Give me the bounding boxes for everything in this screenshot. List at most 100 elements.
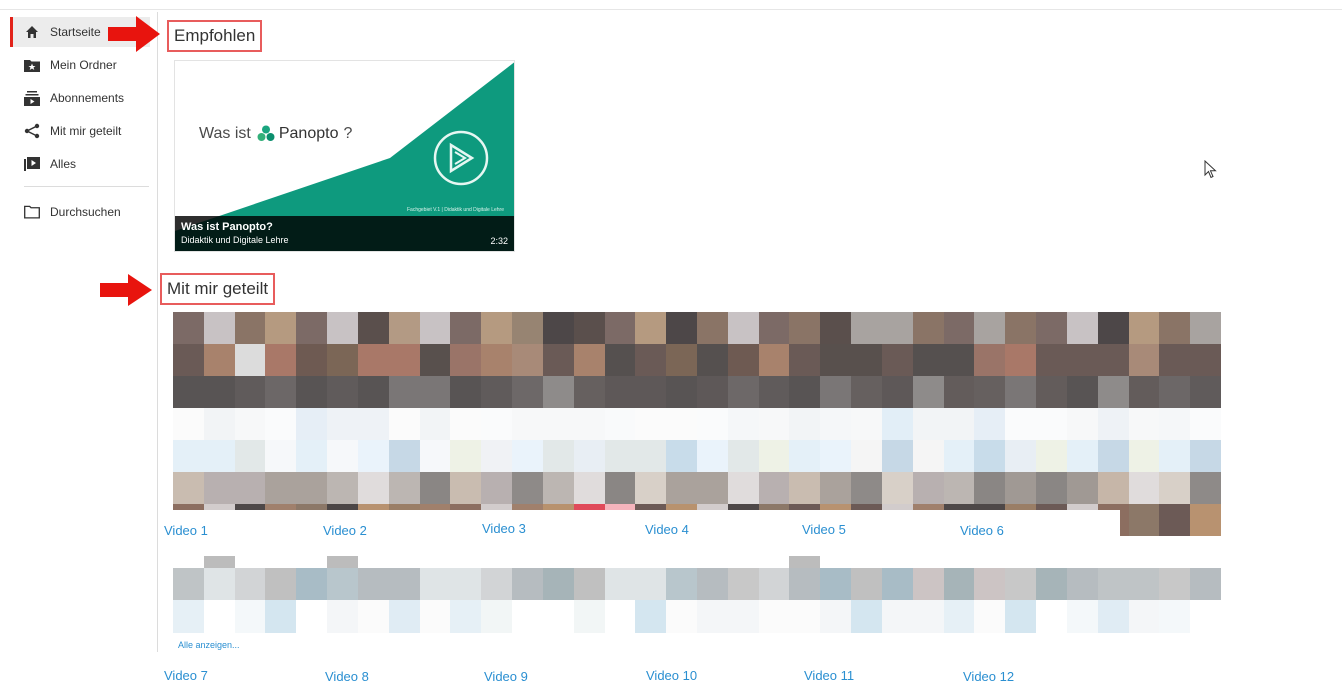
- pixelated-tile: [1066, 600, 1099, 633]
- pixelated-tile: [604, 568, 636, 601]
- video-link-12[interactable]: Video 12: [963, 669, 1014, 684]
- pixelated-tile: [758, 440, 790, 473]
- pixelated-tile: [1097, 440, 1130, 473]
- pixelated-tile: [1036, 312, 1068, 345]
- play-list-icon: [24, 156, 40, 172]
- pixelated-tile: [173, 408, 205, 441]
- pixelated-tile: [697, 440, 729, 473]
- show-all-link[interactable]: Alle anzeigen...: [178, 640, 240, 650]
- pixelated-tile: [851, 408, 883, 441]
- pixelated-tile: [943, 312, 975, 345]
- pixelated-tile: [388, 472, 421, 505]
- pixelated-tile: [265, 408, 297, 441]
- sidebar-item-alles[interactable]: Alles: [10, 149, 150, 179]
- pixelated-tile: [1159, 312, 1191, 345]
- pixelated-tile: [512, 312, 544, 345]
- pixelated-tile: [851, 472, 883, 505]
- pixelated-tile: [388, 344, 421, 377]
- video-link-8[interactable]: Video 8: [325, 669, 369, 684]
- pixelated-tile: [820, 376, 852, 409]
- video-link-5[interactable]: Video 5: [802, 522, 846, 537]
- pixelated-tile: [604, 408, 636, 441]
- pixelated-tile: [1005, 344, 1037, 377]
- pixelated-tile: [296, 472, 328, 505]
- pixelated-tile: [234, 376, 266, 409]
- thumbnail-text: Was ist: [199, 125, 251, 142]
- pixelated-tile: [542, 440, 575, 473]
- pixelated-tile: [881, 440, 914, 473]
- pixelated-tile: [1036, 472, 1068, 505]
- pixelated-tile: [542, 600, 575, 633]
- video-link-2[interactable]: Video 2: [323, 523, 367, 538]
- subscriptions-icon: [24, 90, 40, 106]
- pixelated-tile: [1036, 408, 1068, 441]
- pixelated-tile: [512, 472, 544, 505]
- pixelated-tile: [943, 344, 975, 377]
- pixelated-tile: [1005, 312, 1037, 345]
- pixelated-tile: [666, 472, 698, 505]
- video-link-9[interactable]: Video 9: [484, 669, 528, 684]
- pixelated-tile: [481, 376, 513, 409]
- sidebar-item-label: Startseite: [50, 25, 101, 39]
- video-link-4[interactable]: Video 4: [645, 522, 689, 537]
- video-link-3[interactable]: Video 3: [482, 521, 526, 536]
- pixelated-tile: [820, 312, 852, 345]
- pixelated-tile: [881, 568, 914, 601]
- pixelated-tile: [573, 568, 606, 601]
- pixelated-tile: [573, 344, 606, 377]
- pixelated-tile: [1190, 504, 1222, 537]
- pixelated-tile: [512, 408, 544, 441]
- pixelated-tile: [481, 568, 513, 601]
- pixelated-tile: [974, 440, 1006, 473]
- pixelated-tile: [357, 568, 390, 601]
- pixelated-tile: [1097, 600, 1130, 633]
- recommended-video-card[interactable]: Was ist Panopto ? Fachgebiet V.1 | Didak…: [174, 60, 515, 252]
- pixelated-tile: [974, 376, 1006, 409]
- pixelated-tile: [327, 376, 359, 409]
- video-link-11[interactable]: Video 11: [804, 668, 854, 683]
- pixelated-tile: [327, 344, 359, 377]
- star-folder-icon: [24, 57, 40, 73]
- pixelated-tile: [573, 312, 606, 345]
- panopto-logo-icon: [257, 125, 275, 143]
- pixelated-tile: [851, 600, 883, 633]
- pixelated-tile: [820, 472, 852, 505]
- pixelated-tile: [635, 344, 667, 377]
- pixelated-tile: [203, 344, 236, 377]
- thumbnail-title: Was ist Panopto ?: [199, 125, 352, 143]
- pixelated-tile: [573, 376, 606, 409]
- pixelated-tile: [1190, 536, 1222, 569]
- pixelated-tile: [820, 408, 852, 441]
- pixelated-tile: [296, 408, 328, 441]
- pixelated-tile: [881, 344, 914, 377]
- pixelated-tile: [1159, 376, 1191, 409]
- sidebar-item-mit-mir-geteilt[interactable]: Mit mir geteilt: [10, 116, 150, 146]
- sidebar-item-durchsuchen[interactable]: Durchsuchen: [10, 197, 150, 227]
- pixelated-tile: [265, 472, 297, 505]
- pixelated-tile: [1159, 344, 1191, 377]
- video-link-6[interactable]: Video 6: [960, 523, 1004, 538]
- pixelated-tile: [542, 344, 575, 377]
- pixelated-tile: [1097, 376, 1130, 409]
- pixelated-tile: [265, 440, 297, 473]
- sidebar-item-label: Alles: [50, 157, 77, 171]
- pixelated-tile: [851, 568, 883, 601]
- annotation-arrow-icon: [100, 274, 152, 306]
- pixelated-tile: [481, 600, 513, 633]
- pixelated-tile: [666, 344, 698, 377]
- video-link-10[interactable]: Video 10: [646, 668, 697, 683]
- pixelated-tile: [1128, 440, 1160, 473]
- pixelated-tile: [604, 376, 636, 409]
- pixelated-tile: [512, 344, 544, 377]
- video-link-1[interactable]: Video 1: [164, 523, 208, 538]
- pixelated-tile: [1005, 472, 1037, 505]
- pixelated-tile: [388, 440, 421, 473]
- pixelated-tile: [1066, 568, 1099, 601]
- sidebar-item-label: Mit mir geteilt: [50, 124, 122, 138]
- pixelated-tile: [1190, 600, 1222, 633]
- video-link-7[interactable]: Video 7: [164, 668, 208, 683]
- pixelated-tile: [173, 472, 205, 505]
- pixelated-tile: [173, 600, 205, 633]
- sidebar-item-abonnements[interactable]: Abonnements: [10, 83, 150, 113]
- sidebar-item-mein-ordner[interactable]: Mein Ordner: [10, 50, 150, 80]
